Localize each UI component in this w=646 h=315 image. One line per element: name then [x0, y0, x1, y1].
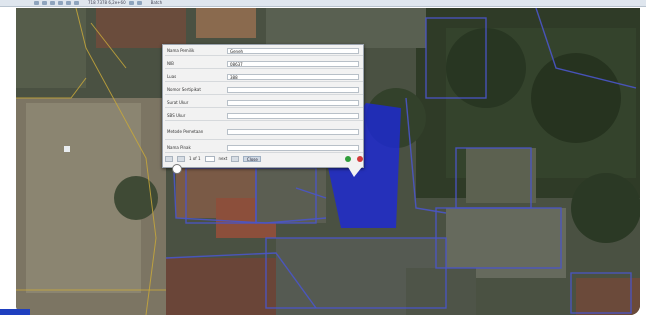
survey-letter-field[interactable] [227, 100, 359, 106]
popup-row: Nama Pinak [165, 144, 363, 153]
field-label: Metode Pemetaan [167, 129, 204, 134]
map-close-icon[interactable] [32, 8, 40, 14]
pan-button[interactable] [50, 1, 55, 5]
map-toolbar: 718 7378 6,2e+60 Batch [0, 0, 646, 7]
sbs-field[interactable] [227, 113, 359, 119]
toolbar-batch-label[interactable]: Batch [151, 0, 163, 6]
last-page-icon[interactable] [231, 156, 240, 162]
field-label: Nama Pinak [167, 145, 191, 150]
certificate-number-field[interactable] [227, 87, 359, 93]
popup-row: Nomor Sertipikat [165, 86, 363, 95]
popup-row: Luas 388 [165, 73, 363, 82]
prev-page-icon[interactable] [177, 156, 185, 162]
page-number-input[interactable] [204, 156, 215, 162]
field-label: Luas [167, 74, 177, 79]
area-field[interactable]: 388 [227, 74, 359, 80]
nib-field[interactable]: 08637 [227, 61, 359, 67]
layers-button[interactable] [74, 1, 79, 5]
popup-row: Nama Pemilik Geneh [165, 47, 363, 56]
popup-row: SBS Ukur [165, 112, 363, 121]
measure-button[interactable] [66, 1, 71, 5]
identify-button[interactable] [58, 1, 63, 5]
field-label: Nama Pemilik [167, 48, 195, 53]
parcel-info-popup: Nama Pemilik Geneh NIB 08637 Luas 388 No… [162, 44, 364, 168]
zoom-out-button[interactable] [42, 1, 47, 5]
close-button[interactable]: Close [243, 156, 262, 162]
popup-row: Surat Ukur [165, 99, 363, 108]
coordinate-readout: 718 7378 6,2e+60 [88, 0, 126, 5]
map-marker-icon[interactable] [64, 146, 70, 152]
popup-row: Metode Pemetaan [165, 125, 363, 140]
confirm-icon[interactable] [345, 156, 351, 162]
field-label: NIB [167, 61, 174, 66]
popup-pointer [348, 167, 362, 177]
pinak-name-field[interactable] [227, 145, 359, 151]
status-bar-accent [0, 309, 30, 315]
page-indicator: 1 of 1 [189, 156, 201, 161]
popup-row: NIB 08637 [165, 60, 363, 69]
zoom-in-button[interactable] [34, 1, 39, 5]
popup-pager: 1 of 1 next Close [165, 154, 363, 164]
mapping-method-field[interactable] [227, 129, 359, 135]
export-button[interactable] [136, 1, 142, 5]
field-label: Nomor Sertipikat [167, 87, 201, 92]
field-label: Surat Ukur [167, 100, 189, 105]
next-page-link[interactable]: next [219, 156, 228, 162]
owner-name-field[interactable]: Geneh [227, 48, 359, 54]
field-label: SBS Ukur [167, 113, 186, 118]
location-pin-icon[interactable] [172, 164, 182, 174]
print-button[interactable] [128, 1, 134, 5]
delete-icon[interactable] [357, 156, 363, 162]
first-page-icon[interactable] [165, 156, 173, 162]
